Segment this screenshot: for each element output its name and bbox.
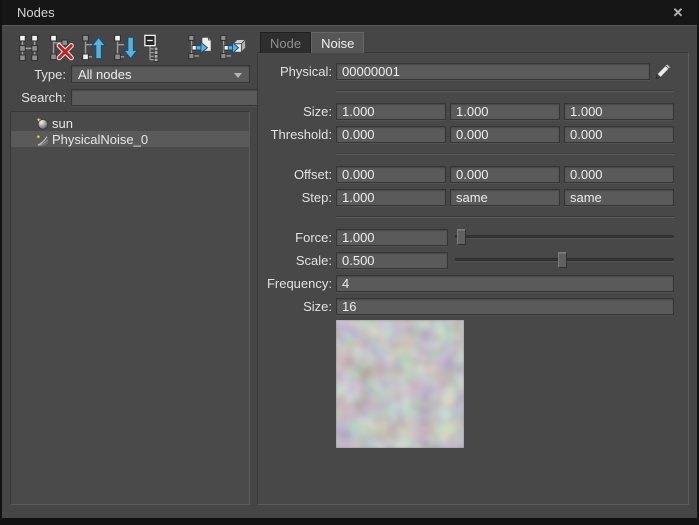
delete-node-button[interactable] <box>46 32 76 63</box>
offset-y-field[interactable]: 0.000 <box>450 166 560 183</box>
type-filter-row: Type: All nodes <box>10 65 250 83</box>
node-delete-icon <box>47 33 75 62</box>
add-nodes-button[interactable] <box>14 32 44 63</box>
move-node-down-button[interactable] <box>110 32 140 63</box>
move-node-up-button[interactable] <box>78 32 108 63</box>
search-label: Search: <box>10 90 66 105</box>
nodes-window: Nodes ✕ <box>0 0 699 525</box>
physical-row: Physical: 00000001 <box>260 62 674 80</box>
sun-sphere-icon <box>36 117 49 130</box>
threshold-x-field[interactable]: 0.000 <box>336 126 446 143</box>
offset-row: Offset: 0.000 0.000 0.000 <box>260 165 674 183</box>
physical-label: Physical: <box>260 64 332 79</box>
nodes-toolbar <box>14 31 250 63</box>
force-slider-groove[interactable] <box>455 235 674 238</box>
collapse-tree-button[interactable] <box>142 32 172 63</box>
tree-item-sun[interactable]: sun <box>11 115 249 131</box>
noise-spray-icon <box>36 133 49 146</box>
separator <box>336 90 674 92</box>
search-input[interactable] <box>71 89 259 106</box>
type-dropdown[interactable]: All nodes <box>71 65 250 83</box>
noise-preview-image <box>336 320 464 448</box>
threshold-z-field[interactable]: 0.000 <box>564 126 674 143</box>
type-label: Type: <box>10 67 66 82</box>
threshold-label: Threshold: <box>260 127 332 142</box>
node-export-object-icon <box>218 33 246 62</box>
scale-slider-handle[interactable] <box>558 252 567 268</box>
tree-item-physicalnoise[interactable]: PhysicalNoise_0 <box>11 131 249 147</box>
threshold-y-field[interactable]: 0.000 <box>450 126 560 143</box>
close-button[interactable]: ✕ <box>669 4 687 22</box>
noise-parameters: Physical: 00000001 Size: 1.000 <box>257 52 689 505</box>
force-row: Force: 1.000 <box>260 228 674 246</box>
step-z-field[interactable]: same <box>564 189 674 206</box>
step-y-field[interactable]: same <box>450 189 560 206</box>
offset-z-field[interactable]: 0.000 <box>564 166 674 183</box>
export-node-to-file-button[interactable] <box>185 32 215 63</box>
preview-size-label: Size: <box>260 299 332 314</box>
export-node-to-object-button[interactable] <box>217 32 247 63</box>
search-row: Search: <box>10 88 250 106</box>
tab-node[interactable]: Node <box>260 32 311 53</box>
size-z-field[interactable]: 1.000 <box>564 103 674 120</box>
frequency-row: Frequency: 4 <box>260 274 674 292</box>
node-list-panel: Type: All nodes Search: <box>10 31 250 505</box>
type-dropdown-value: All nodes <box>78 67 131 82</box>
tree-item-label: sun <box>52 116 73 131</box>
offset-x-field[interactable]: 0.000 <box>336 166 446 183</box>
titlebar: Nodes ✕ <box>2 0 697 25</box>
node-move-up-icon <box>79 33 107 62</box>
preview-size-row: Size: 16 <box>260 297 674 315</box>
separator <box>336 153 674 155</box>
tab-noise[interactable]: Noise <box>311 32 364 53</box>
step-label: Step: <box>260 190 332 205</box>
frequency-field[interactable]: 4 <box>336 275 674 292</box>
tree-item-label: PhysicalNoise_0 <box>52 132 148 147</box>
size-label: Size: <box>260 104 332 119</box>
node-properties-panel: Node Noise Physical: 00000001 <box>257 31 689 505</box>
size-row: Size: 1.000 1.000 1.000 <box>260 102 674 120</box>
force-field[interactable]: 1.000 <box>336 229 448 246</box>
size-y-field[interactable]: 1.000 <box>450 103 560 120</box>
threshold-row: Threshold: 0.000 0.000 0.000 <box>260 125 674 143</box>
force-slider[interactable] <box>455 228 674 246</box>
edit-physical-button[interactable] <box>652 62 674 80</box>
window-title: Nodes <box>17 5 55 20</box>
physical-field[interactable]: 00000001 <box>336 63 650 80</box>
preview-size-field[interactable]: 16 <box>336 298 674 315</box>
node-export-file-icon <box>186 33 214 62</box>
node-move-down-icon <box>111 33 139 62</box>
pencil-icon <box>654 62 672 80</box>
scale-field[interactable]: 0.500 <box>336 252 448 269</box>
window-content: Type: All nodes Search: <box>2 25 697 518</box>
node-tree: sun PhysicalNoise_0 <box>10 111 250 505</box>
offset-label: Offset: <box>260 167 332 182</box>
tree-collapse-icon <box>143 33 171 62</box>
force-slider-handle[interactable] <box>457 229 466 245</box>
chevron-down-icon <box>234 73 242 78</box>
frequency-label: Frequency: <box>260 276 332 291</box>
force-label: Force: <box>260 230 332 245</box>
step-row: Step: 1.000 same same <box>260 188 674 206</box>
step-x-field[interactable]: 1.000 <box>336 189 446 206</box>
properties-tabs: Node Noise <box>260 31 689 52</box>
scale-row: Scale: 0.500 <box>260 251 674 269</box>
size-x-field[interactable]: 1.000 <box>336 103 446 120</box>
separator <box>336 216 674 218</box>
scale-label: Scale: <box>260 253 332 268</box>
nodes-link-icon <box>15 33 43 62</box>
scale-slider[interactable] <box>455 251 674 269</box>
